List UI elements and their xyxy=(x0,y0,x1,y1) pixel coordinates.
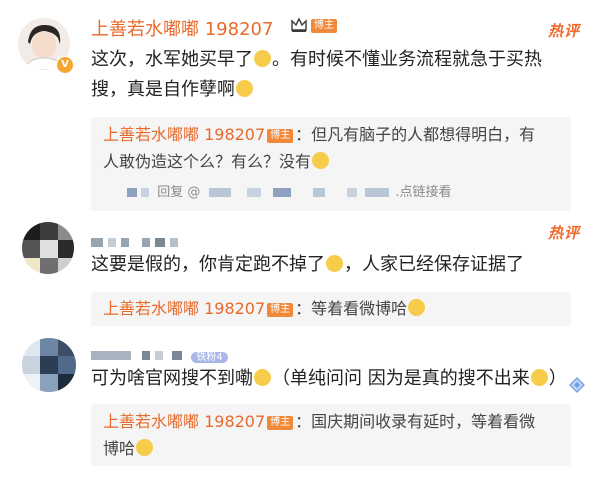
author-badge: 博主 xyxy=(311,19,337,33)
reply-footer-link[interactable]: 点链接看 xyxy=(400,185,452,200)
reply-author-name[interactable]: 上善若水嘟嘟 198207 xyxy=(103,412,265,431)
comment3-avatar[interactable] xyxy=(22,338,76,392)
reply-author-badge: 博主 xyxy=(267,302,294,317)
post-text-1: 这次，水军她买早了 xyxy=(91,49,253,70)
reply-author-badge: 博主 xyxy=(267,415,294,430)
hot-comment-label: 热评 xyxy=(548,22,581,40)
comment2-reply-text: ：等着看微博哈 xyxy=(295,299,408,318)
grin-emoji-icon xyxy=(254,50,271,67)
comment2-text-tail: ，人家已经保存证据了 xyxy=(344,254,524,275)
hot-comment-label: 热评 xyxy=(548,224,581,242)
crown-icon xyxy=(290,16,308,38)
comment3-text: 可为啥官网搜不到嘞 （单纯问问 因为是真的搜不出来 ） xyxy=(91,364,591,394)
comment2-text-main: 这要是假的，你肯定跑不掉了 xyxy=(91,254,325,275)
grin-emoji-icon xyxy=(236,80,253,97)
reply-footer: 回复 @ .点链接看 xyxy=(127,181,567,200)
author-reply-box[interactable]: 上善若水嘟嘟 198207 博主 ：但凡有脑子的人都想得明白，有 人敢伪造这个么？有… xyxy=(91,117,571,211)
reply-author-name[interactable]: 上善若水嘟嘟 198207 xyxy=(103,125,265,144)
comment3-text-main: 可为啥官网搜不到嘞 xyxy=(91,368,253,389)
post-comment-text: 这次，水军她买早了 。有时候不懂业务流程就急于买热 搜，真是自作孽啊 xyxy=(91,45,571,105)
reply-text-1: ：但凡有脑子的人都想得明白，有 xyxy=(295,125,536,144)
grin-emoji-icon xyxy=(136,439,154,456)
comment2-text: 这要是假的，你肯定跑不掉了 ，人家已经保存证据了 xyxy=(91,250,571,280)
grin-emoji-icon xyxy=(326,255,343,272)
comment2-username-blurred[interactable] xyxy=(91,232,179,251)
diamond-icon xyxy=(568,376,586,398)
post-text-2: 。有时候不懂业务流程就急于买热 xyxy=(272,49,542,70)
reply-author-badge: 博主 xyxy=(267,128,294,143)
comment3-reply-text-2: 博哈 xyxy=(103,439,136,458)
comment3-reply-text-1: ：国庆期间收录有延时，等着看微 xyxy=(295,412,536,431)
comment3-reply-box[interactable]: 上善若水嘟嘟 198207 博主 ：国庆期间收录有延时，等着看微 博哈 xyxy=(91,404,571,466)
grin-emoji-icon xyxy=(530,369,548,386)
reply-text-2: 人敢伪造这个么？有么？没有 xyxy=(103,152,312,171)
comment3-text-tail: （单纯问问 因为是真的搜不出来 xyxy=(272,368,530,389)
grin-emoji-icon xyxy=(254,369,271,386)
comment2-reply-box[interactable]: 上善若水嘟嘟 198207 博主 ：等着看微博哈 xyxy=(91,292,571,326)
fan-badge: 铁粉4 xyxy=(191,352,228,363)
reply-footer-reply[interactable]: 回复 @ xyxy=(157,185,200,200)
grin-emoji-icon xyxy=(408,299,426,316)
reply-author-name[interactable]: 上善若水嘟嘟 198207 xyxy=(103,299,265,318)
comment2-avatar[interactable] xyxy=(22,222,74,274)
verified-v-icon: V xyxy=(56,56,74,74)
grin-emoji-icon xyxy=(312,152,330,169)
post-text-3: 搜，真是自作孽啊 xyxy=(91,79,235,100)
post-author-name[interactable]: 上善若水嘟嘟 198207 xyxy=(91,15,273,41)
comment3-username-blurred[interactable]: 铁粉4 xyxy=(91,345,228,365)
comment3-text-end: ） xyxy=(548,368,567,389)
